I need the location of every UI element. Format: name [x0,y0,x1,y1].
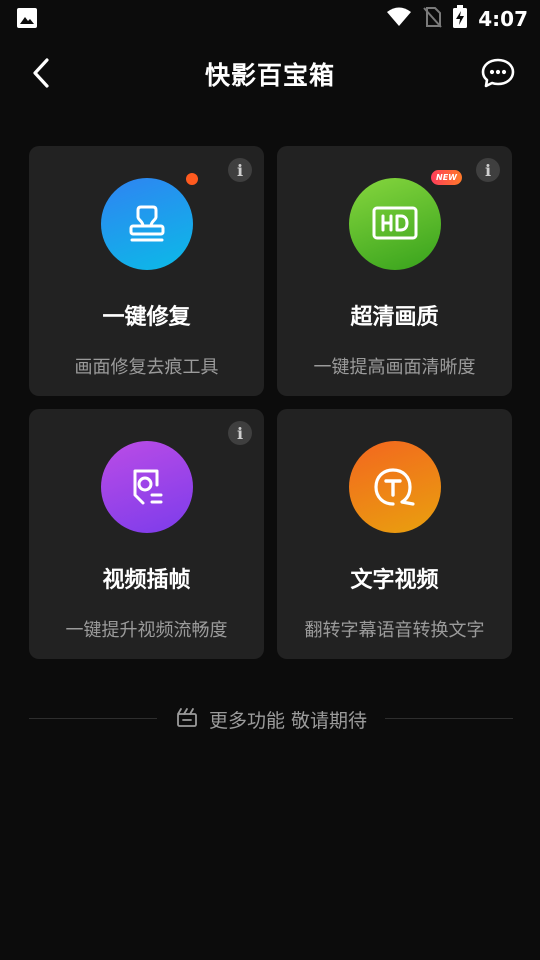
tool-card-text-video[interactable]: 文字视频 翻转字幕语音转换文字 [277,409,512,659]
page-title: 快影百宝箱 [204,61,335,90]
battery-charging-icon [452,5,468,33]
no-sim-icon [422,6,442,32]
card-subtitle: 一键提高画面清晰度 [313,357,476,378]
frame-interpolation-icon [101,441,193,533]
notification-dot [186,173,198,185]
card-title: 一键修复 [102,305,191,330]
status-time: 4:07 [478,7,528,31]
card-title: 视频插帧 [102,568,191,593]
more-features-text: 更多功能 敬请期待 [208,709,368,732]
new-badge: NEW [431,170,462,185]
tool-card-repair[interactable]: i 一键修复 画面修复去痕工具 [29,146,264,396]
tool-card-frame-interpolation[interactable]: i 视频插帧 一键提升视频流畅度 [29,409,264,659]
chat-bubble-icon [481,58,515,88]
image-icon [16,7,38,33]
info-icon[interactable]: i [228,421,252,445]
app-bar: 快影百宝箱 [0,44,540,102]
card-title: 文字视频 [350,568,439,593]
card-subtitle: 画面修复去痕工具 [74,357,219,378]
stamp-icon [101,178,193,270]
card-subtitle: 翻转字幕语音转换文字 [304,620,485,641]
status-bar: 4:07 [0,0,540,36]
hd-icon [349,178,441,270]
clapperboard-icon [175,705,199,733]
info-icon[interactable]: i [228,158,252,182]
wifi-icon [386,7,412,31]
card-subtitle: 一键提升视频流畅度 [65,620,228,641]
tool-card-hd-quality[interactable]: NEW i 超清画质 一键提高画面清晰度 [277,146,512,396]
info-icon[interactable]: i [476,158,500,182]
text-t-icon [349,441,441,533]
more-features-footer: 更多功能 敬请期待 [29,700,513,736]
card-title: 超清画质 [350,305,439,330]
chat-button[interactable] [480,56,516,90]
